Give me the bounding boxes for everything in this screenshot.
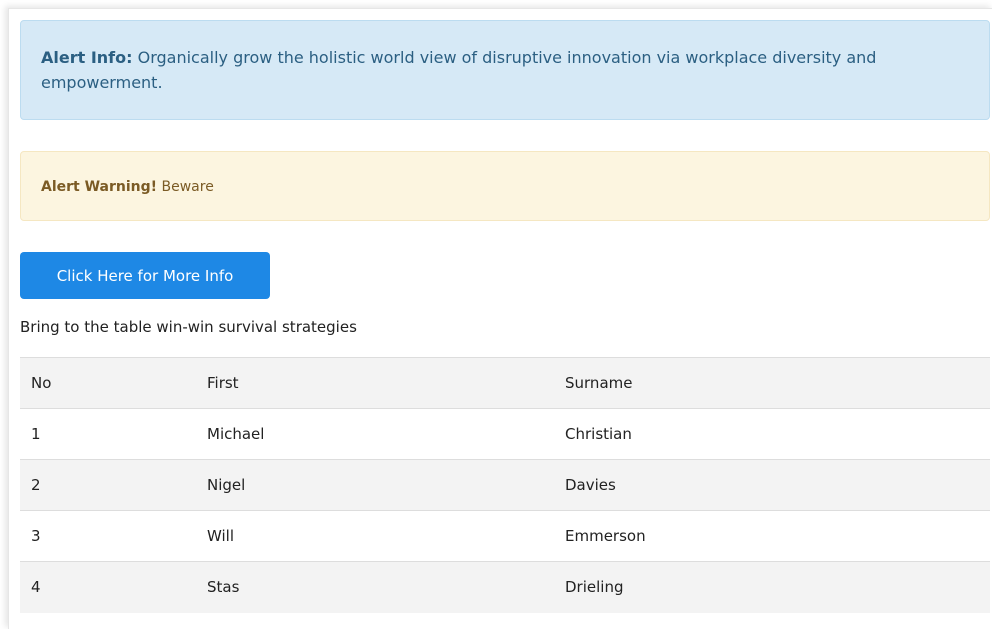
cell-no: 3 bbox=[20, 510, 196, 562]
alert-info-label: Alert Info: bbox=[41, 48, 133, 67]
alert-warning-label: Alert Warning! bbox=[41, 179, 158, 195]
cell-no: 4 bbox=[20, 561, 196, 613]
cell-surname: Drieling bbox=[554, 561, 990, 613]
column-header-first: First bbox=[196, 357, 554, 409]
column-header-surname: Surname bbox=[554, 357, 990, 409]
cell-no: 1 bbox=[20, 408, 196, 460]
cell-first: Stas bbox=[196, 561, 554, 613]
alert-warning: Alert Warning! Beware bbox=[20, 151, 990, 221]
column-header-no: No bbox=[20, 357, 196, 409]
table-row: 3 Will Emmerson bbox=[20, 510, 990, 562]
cell-no: 2 bbox=[20, 459, 196, 511]
cell-first: Will bbox=[196, 510, 554, 562]
alert-warning-text: Beware bbox=[157, 179, 214, 195]
cell-first: Nigel bbox=[196, 459, 554, 511]
table-row: 1 Michael Christian bbox=[20, 408, 990, 460]
table-row: 4 Stas Drieling bbox=[20, 561, 990, 613]
cell-surname: Christian bbox=[554, 408, 990, 460]
table-row: 2 Nigel Davies bbox=[20, 459, 990, 511]
cell-surname: Davies bbox=[554, 459, 990, 511]
alert-info-text: Organically grow the holistic world view… bbox=[41, 48, 877, 92]
table-caption: Bring to the table win-win survival stra… bbox=[20, 318, 357, 336]
cell-first: Michael bbox=[196, 408, 554, 460]
cell-surname: Emmerson bbox=[554, 510, 990, 562]
alert-info: Alert Info: Organically grow the holisti… bbox=[20, 20, 990, 120]
people-table: No First Surname 1 Michael Christian 2 N… bbox=[20, 357, 990, 613]
table-header-row: No First Surname bbox=[20, 357, 990, 409]
more-info-button[interactable]: Click Here for More Info bbox=[20, 252, 270, 299]
